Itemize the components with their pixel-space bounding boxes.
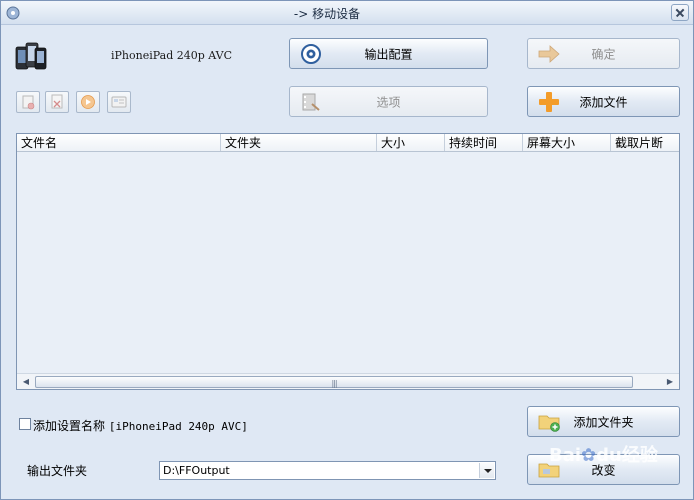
window-title: -> 移动设备 — [293, 7, 361, 21]
column-header-folder[interactable]: 文件夹 — [221, 134, 377, 151]
file-list[interactable]: 文件名 文件夹 大小 持续时间 屏幕大小 截取片断 ◀ ||| ▶ — [16, 133, 680, 390]
column-header-filename[interactable]: 文件名 — [17, 134, 221, 151]
ok-label: 确定 — [591, 47, 616, 61]
output-config-label: 输出配置 — [364, 47, 413, 61]
media-info-icon — [111, 96, 127, 108]
column-header-size[interactable]: 大小 — [377, 134, 445, 151]
change-button[interactable]: 改变 — [527, 454, 680, 485]
scroll-left-icon[interactable]: ◀ — [18, 375, 34, 389]
add-folder-label: 添加文件夹 — [573, 415, 634, 429]
output-folder-select[interactable]: D:\FFOutput — [159, 461, 496, 480]
column-header-duration[interactable]: 持续时间 — [445, 134, 523, 151]
column-header-screen-size[interactable]: 屏幕大小 — [523, 134, 611, 151]
scroll-thumb[interactable]: ||| — [35, 376, 633, 388]
play-icon — [81, 95, 95, 109]
remove-file-button[interactable] — [16, 91, 40, 113]
delete-icon — [51, 94, 63, 109]
profile-label: iPhoneiPad 240p AVC — [111, 49, 233, 62]
add-folder-button[interactable]: 添加文件夹 — [527, 406, 680, 437]
mobile-devices-icon — [15, 42, 47, 70]
close-icon[interactable] — [671, 4, 689, 21]
chevron-down-icon[interactable] — [479, 463, 494, 478]
horizontal-scrollbar[interactable]: ◀ ||| ▶ — [17, 373, 679, 389]
remove-file-icon — [22, 95, 35, 110]
title-bar[interactable]: -> 移动设备 — [1, 1, 693, 25]
options-button[interactable]: 选项 — [289, 86, 488, 117]
add-setting-name-checkbox[interactable] — [19, 418, 31, 430]
file-list-body[interactable] — [17, 152, 679, 375]
column-header-clip[interactable]: 截取片断 — [611, 134, 679, 151]
output-config-button[interactable]: 输出配置 — [289, 38, 488, 69]
play-button[interactable] — [76, 91, 100, 113]
scroll-right-icon[interactable]: ▶ — [662, 375, 678, 389]
media-info-button[interactable] — [107, 91, 131, 113]
ok-button[interactable]: 确定 — [527, 38, 680, 69]
add-setting-name-label: 添加设置名称 — [33, 419, 106, 433]
mobile-device-window: -> 移动设备 iPhoneiPad 240p AVC 输出配置 确定 选项 添… — [0, 0, 694, 500]
change-label: 改变 — [591, 463, 616, 477]
output-folder-label: 输出文件夹 — [27, 464, 88, 478]
output-folder-value: D:\FFOutput — [163, 464, 230, 477]
add-file-label: 添加文件 — [579, 95, 628, 109]
options-label: 选项 — [376, 95, 401, 109]
clear-list-button[interactable] — [45, 91, 69, 113]
file-list-header: 文件名 文件夹 大小 持续时间 屏幕大小 截取片断 — [17, 134, 679, 152]
add-file-button[interactable]: 添加文件 — [527, 86, 680, 117]
add-setting-name-value: [iPhoneiPad 240p AVC] — [108, 420, 248, 433]
